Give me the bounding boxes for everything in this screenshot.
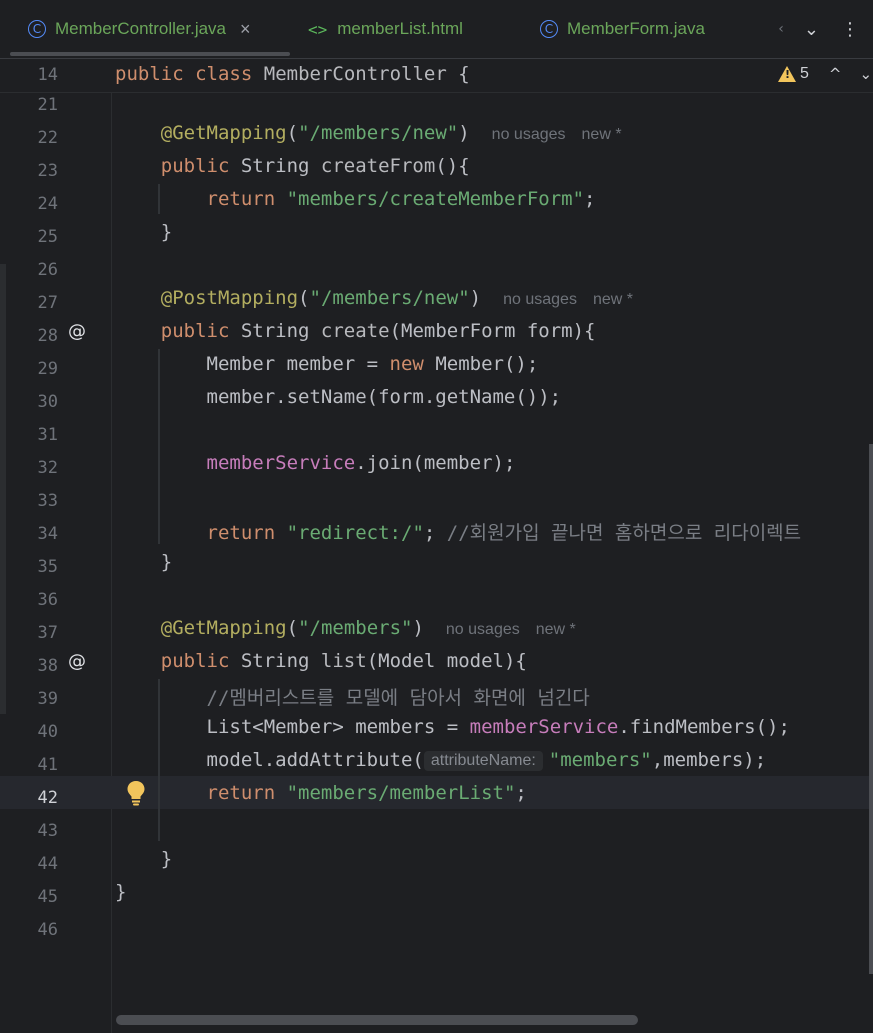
sticky-class-header[interactable]: 14 public class MemberController { ! 5 ^…: [0, 59, 873, 93]
scroll-tabs-left-icon[interactable]: ‹: [778, 21, 784, 37]
line-number: 38: [37, 656, 58, 676]
code-line-25: }: [160, 221, 173, 243]
code-line-28: public String create(MemberForm form){: [160, 320, 596, 342]
tab-label: memberList.html: [337, 19, 463, 38]
line-number: 27: [37, 293, 58, 313]
line-number: 25: [37, 227, 58, 247]
code-line-45: }: [115, 881, 127, 903]
code-line-40: List<Member> members = memberService.fin…: [206, 716, 790, 738]
line-number: 34: [37, 524, 58, 544]
code-line-39: //멤버리스트를 모델에 담아서 화면에 넘긴다: [206, 687, 590, 709]
next-highlight-icon[interactable]: ⌄: [859, 65, 872, 83]
java-class-icon: C: [28, 20, 46, 38]
line-number: 14: [37, 65, 58, 85]
line-number: 31: [37, 425, 58, 445]
author-hint[interactable]: new *: [582, 126, 622, 143]
code-line-23: public String createFrom(){: [160, 155, 470, 177]
usages-hint[interactable]: no usages: [492, 126, 566, 143]
line-number: 28: [37, 326, 58, 346]
code-line-30: member.setName(form.getName());: [206, 386, 562, 408]
editor-tab-bar: C MemberController.java × <> memberList.…: [0, 0, 873, 59]
horizontal-scrollbar[interactable]: [116, 1015, 638, 1025]
line-number: 39: [37, 689, 58, 709]
code-line-42: return "members/memberList";: [206, 782, 527, 804]
line-number: 36: [37, 590, 58, 610]
warning-count: 5: [800, 65, 809, 82]
code-line-24: return "members/createMemberForm";: [206, 188, 596, 210]
code-line-41: model.addAttribute(attributeName: "member…: [206, 749, 767, 771]
code-line-27: @PostMapping("/members/new") no usages new…: [160, 287, 633, 309]
line-number: 43: [37, 821, 58, 841]
usages-hint[interactable]: no usages: [503, 291, 577, 308]
line-number: 37: [37, 623, 58, 643]
line-number: 24: [37, 194, 58, 214]
tab-label: MemberController.java: [55, 19, 227, 38]
line-number: 29: [37, 359, 58, 379]
line-number: 32: [37, 458, 58, 478]
tab-controls: ‹ ⌄ ⋮: [762, 14, 873, 44]
usages-hint[interactable]: no usages: [446, 621, 520, 638]
tab-memberform-java[interactable]: C MemberForm.java: [540, 14, 705, 44]
parameter-name-hint: attributeName:: [423, 751, 543, 771]
line-number: 41: [37, 755, 58, 775]
code-line-34: return "redirect:/"; //회원가입 끝나면 홈하면으로 리다…: [206, 522, 802, 544]
code-line-37: @GetMapping("/members") no usages new *: [160, 617, 576, 639]
java-class-icon: C: [540, 20, 558, 38]
line-number: 23: [37, 161, 58, 181]
code-line-44: }: [160, 848, 173, 870]
more-options-icon[interactable]: ⋮: [841, 19, 859, 40]
author-hint[interactable]: new *: [536, 621, 576, 638]
previous-highlight-icon[interactable]: ^: [829, 65, 842, 83]
gutter-separator: [111, 92, 112, 1033]
close-icon[interactable]: ×: [240, 19, 251, 40]
line-number: 44: [37, 854, 58, 874]
html-file-icon: <>: [308, 19, 328, 39]
warning-icon: !: [778, 66, 796, 82]
code-line-35: }: [160, 551, 173, 573]
code-editor[interactable]: 14 public class MemberController { ! 5 ^…: [0, 59, 873, 1033]
line-number: 42: [37, 788, 58, 808]
line-number: 45: [37, 887, 58, 907]
line-number: 35: [37, 557, 58, 577]
inspection-widget[interactable]: ! 5 ^ ⌄: [778, 65, 872, 83]
author-hint[interactable]: new *: [593, 291, 633, 308]
tab-label: MemberForm.java: [567, 19, 705, 38]
tab-memberlist-html[interactable]: <> memberList.html: [308, 14, 463, 44]
code-line-22: @GetMapping("/members/new") no usages new …: [160, 122, 622, 144]
tab-membercontroller-java[interactable]: C MemberController.java ×: [28, 14, 251, 44]
request-mapping-icon[interactable]: @: [66, 651, 88, 673]
line-number: 40: [37, 722, 58, 742]
line-number: 30: [37, 392, 58, 412]
indent-guide: [158, 349, 160, 544]
request-mapping-icon[interactable]: @: [66, 321, 88, 343]
code-line-38: public String list(Model model){: [160, 650, 527, 672]
line-number: 33: [37, 491, 58, 511]
line-number: 46: [37, 920, 58, 940]
vertical-scrollbar[interactable]: [869, 444, 873, 974]
tab-list-dropdown-icon[interactable]: ⌄: [804, 19, 819, 40]
sticky-code: public class MemberController {: [115, 63, 470, 85]
code-line-32: memberService.join(member);: [206, 452, 516, 474]
line-number: 22: [37, 128, 58, 148]
line-number: 26: [37, 260, 58, 280]
active-tab-indicator: [10, 52, 290, 56]
line-number: 21: [37, 95, 58, 115]
code-line-29: Member member = new Member();: [206, 353, 539, 375]
